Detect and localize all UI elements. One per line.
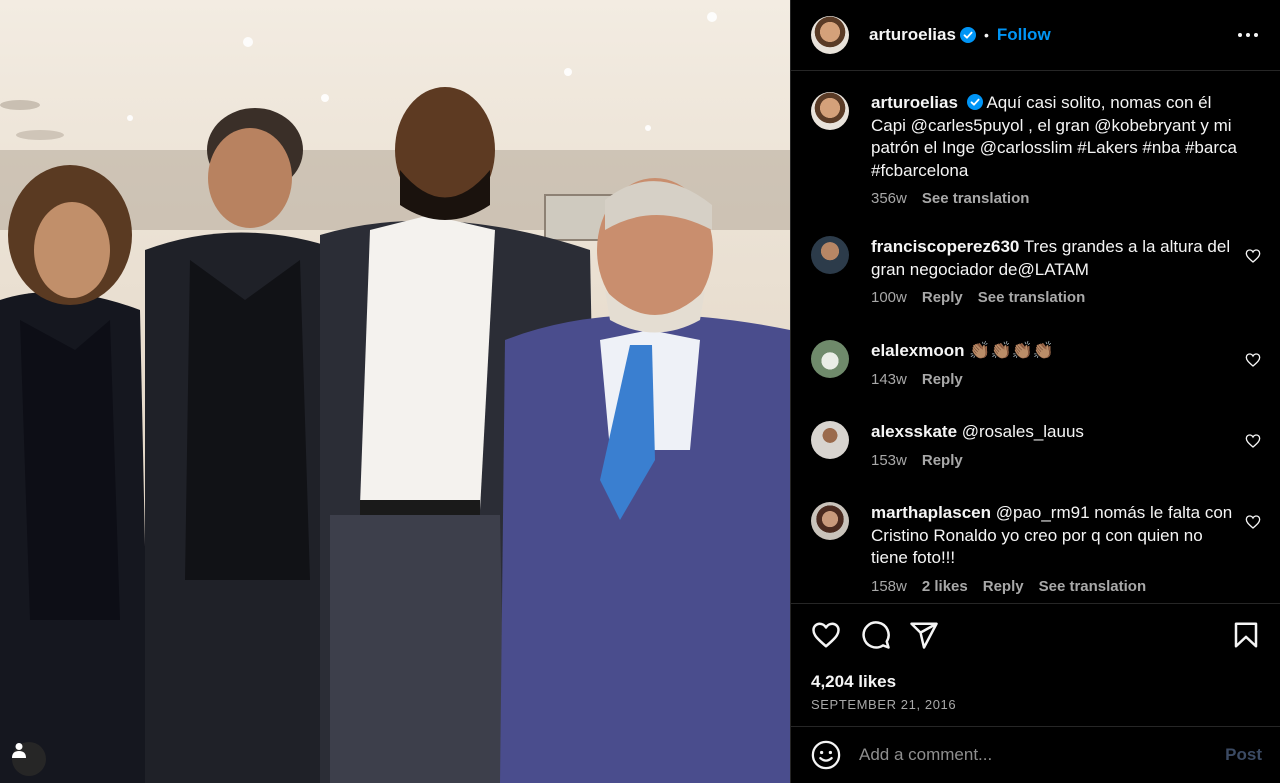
comment-username[interactable]: elalexmoon xyxy=(871,341,965,360)
bookmark-icon[interactable] xyxy=(1231,620,1261,650)
comment-meta: 143w Reply xyxy=(871,369,1241,392)
post-photo[interactable] xyxy=(0,0,790,783)
caption-body: arturoelias Aquí casi solito, nomas con … xyxy=(871,92,1241,211)
post-date[interactable]: SEPTEMBER 21, 2016 xyxy=(811,697,956,712)
comment-input[interactable] xyxy=(859,745,1226,765)
see-translation-button[interactable]: See translation xyxy=(978,287,1086,310)
comment-body: marthaplascen @pao_rm91 nomás le falta c… xyxy=(871,502,1241,598)
commenter-avatar[interactable] xyxy=(811,236,849,274)
comment-composer: Post xyxy=(791,726,1280,783)
post-side-panel: arturoelias • Follow arturoelias Aquí ca… xyxy=(790,0,1280,783)
see-translation-button[interactable]: See translation xyxy=(1039,576,1147,599)
comment-meta: 153w Reply xyxy=(871,450,1241,473)
user-tag-icon xyxy=(12,743,26,758)
author-username[interactable]: arturoelias xyxy=(869,25,956,45)
comment-username[interactable]: franciscoperez630 xyxy=(871,237,1019,256)
reply-button[interactable]: Reply xyxy=(983,576,1024,599)
photo-illustration xyxy=(0,12,790,783)
post-header: arturoelias • Follow xyxy=(791,0,1280,71)
comment-item: alexsskate @rosales_lauus 153w Reply xyxy=(811,421,1261,472)
comment-text: 👏🏽👏🏽👏🏽👏🏽 xyxy=(969,341,1054,360)
comment-body: elalexmoon 👏🏽👏🏽👏🏽👏🏽 143w Reply xyxy=(871,340,1241,391)
reply-button[interactable]: Reply xyxy=(922,287,963,310)
caption: arturoelias Aquí casi solito, nomas con … xyxy=(811,92,1261,211)
comment-item: elalexmoon 👏🏽👏🏽👏🏽👏🏽 143w Reply xyxy=(811,340,1261,391)
comment-item: marthaplascen @pao_rm91 nomás le falta c… xyxy=(811,502,1261,598)
likes-count[interactable]: 4,204 likes xyxy=(811,672,896,692)
post-actions xyxy=(811,620,1261,654)
comment-icon[interactable] xyxy=(861,620,891,650)
caption-avatar[interactable] xyxy=(811,92,849,130)
reply-button[interactable]: Reply xyxy=(922,369,963,392)
caption-time[interactable]: 356w xyxy=(871,188,907,211)
comment-meta: 158w 2 likes Reply See translation xyxy=(871,576,1241,599)
emoji-icon[interactable] xyxy=(811,740,841,770)
share-icon[interactable] xyxy=(909,620,939,650)
comment-like-icon[interactable] xyxy=(1245,352,1261,368)
comment-username[interactable]: marthaplascen xyxy=(871,503,991,522)
comment-time[interactable]: 100w xyxy=(871,287,907,310)
see-translation-button[interactable]: See translation xyxy=(922,188,1030,211)
commenter-avatar[interactable] xyxy=(811,502,849,540)
comment-username[interactable]: alexsskate xyxy=(871,422,957,441)
follow-button[interactable]: Follow xyxy=(997,25,1051,45)
comment-item: franciscoperez630 Tres grandes a la altu… xyxy=(811,236,1261,310)
tagged-users-button[interactable] xyxy=(12,742,46,776)
comment-time[interactable]: 158w xyxy=(871,576,907,599)
comment-time[interactable]: 153w xyxy=(871,450,907,473)
comment-like-icon[interactable] xyxy=(1245,514,1261,530)
comments-list[interactable]: arturoelias Aquí casi solito, nomas con … xyxy=(791,72,1280,604)
separator-dot: • xyxy=(983,27,989,43)
post-comment-button[interactable]: Post xyxy=(1225,745,1262,765)
comment-body: franciscoperez630 Tres grandes a la altu… xyxy=(871,236,1241,310)
commenter-avatar[interactable] xyxy=(811,421,849,459)
comment-body: alexsskate @rosales_lauus 153w Reply xyxy=(871,421,1241,472)
author-avatar[interactable] xyxy=(811,16,849,54)
caption-username[interactable]: arturoelias xyxy=(871,93,958,112)
more-options-button[interactable] xyxy=(1236,23,1260,47)
comment-likes-count[interactable]: 2 likes xyxy=(922,576,968,599)
comment-like-icon[interactable] xyxy=(1245,433,1261,449)
reply-button[interactable]: Reply xyxy=(922,450,963,473)
more-options-icon xyxy=(1238,33,1258,37)
commenter-avatar[interactable] xyxy=(811,340,849,378)
verified-badge-icon xyxy=(959,27,976,43)
caption-meta: 356w See translation xyxy=(871,188,1241,211)
comment-text: @rosales_lauus xyxy=(961,422,1084,441)
comment-like-icon[interactable] xyxy=(1245,248,1261,264)
comment-meta: 100w Reply See translation xyxy=(871,287,1241,310)
heart-icon[interactable] xyxy=(811,620,841,650)
verified-badge-icon xyxy=(966,94,983,110)
comment-time[interactable]: 143w xyxy=(871,369,907,392)
